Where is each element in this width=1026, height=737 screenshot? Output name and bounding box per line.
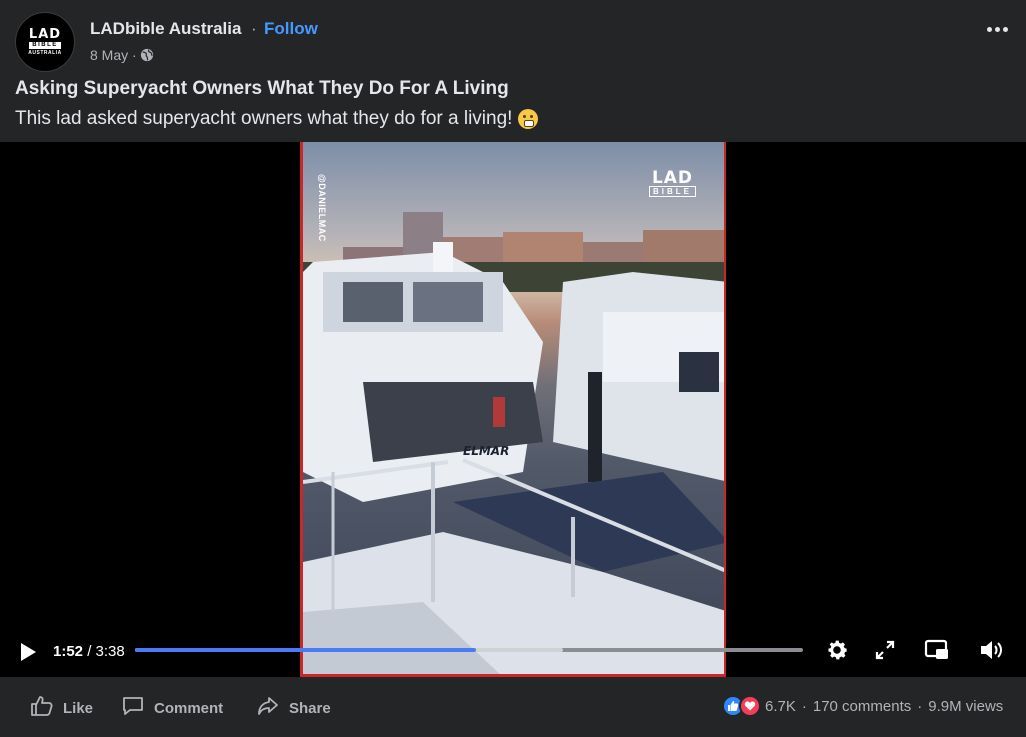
reaction-count[interactable]: 6.7K — [765, 698, 796, 715]
more-options-icon[interactable] — [984, 17, 1010, 41]
comment-bubble-icon — [121, 695, 145, 721]
follow-button[interactable]: Follow — [264, 19, 318, 39]
globe-icon — [140, 48, 154, 62]
views-count: 9.9M views — [928, 697, 1004, 715]
comment-button[interactable]: Comment — [121, 695, 223, 721]
name-separator: · — [251, 19, 257, 38]
watermark-bible: BIBLE — [649, 186, 696, 197]
like-button[interactable]: Like — [30, 695, 93, 721]
video-player[interactable]: ELMAR @DANIELMAC LAD BIBLE 1:52 / 3:38 — [0, 142, 1026, 677]
watermark-lad: LAD — [651, 168, 694, 188]
post-body-text: This lad asked superyacht owners what th… — [15, 108, 513, 129]
page-name-link[interactable]: LADbible Australia — [90, 19, 241, 39]
time-display: 1:52 / 3:38 — [53, 643, 125, 660]
post-meta: 8 May · — [90, 47, 154, 63]
volume-icon[interactable] — [977, 636, 1005, 664]
progress-bar[interactable] — [135, 648, 803, 652]
avatar-text-lad: LAD — [28, 26, 62, 42]
total-time: / 3:38 — [83, 643, 125, 660]
avatar-text-bible: BIBLE — [29, 41, 61, 49]
engagement-stats: 6.7K · 170 comments · 9.9M views — [722, 695, 1003, 717]
like-label: Like — [63, 699, 94, 717]
avatar-text-australia: AUSTRALIA — [28, 49, 62, 56]
post-header: LAD BIBLE AUSTRALIA LADbible Australia ·… — [0, 0, 1026, 76]
post-title: Asking Superyacht Owners What They Do Fo… — [15, 78, 509, 99]
post-footer: Like Comment Share 6.7K · 170 comments ·… — [0, 677, 1026, 737]
love-reaction-icon — [739, 695, 761, 717]
current-time: 1:52 — [53, 643, 84, 660]
yacht-name-text: ELMAR — [463, 444, 509, 458]
comments-count[interactable]: 170 comments — [813, 698, 911, 715]
video-controls: 1:52 / 3:38 — [0, 634, 1026, 674]
ladbible-watermark: LAD BIBLE — [649, 170, 696, 197]
picture-in-picture-icon[interactable] — [923, 636, 951, 664]
page-avatar[interactable]: LAD BIBLE AUSTRALIA — [15, 12, 75, 72]
video-frame[interactable]: ELMAR @DANIELMAC LAD BIBLE — [300, 142, 726, 677]
yacht-scene-image: ELMAR — [303, 212, 724, 674]
post-date[interactable]: 8 May · — [90, 47, 137, 63]
stats-dot-1: · — [801, 697, 807, 715]
post-body: This lad asked superyacht owners what th… — [15, 108, 539, 130]
fullscreen-expand-icon[interactable] — [871, 636, 899, 664]
comment-label: Comment — [154, 699, 224, 717]
played-bar — [135, 648, 476, 652]
share-arrow-icon — [256, 695, 280, 721]
share-label: Share — [289, 699, 331, 717]
settings-gear-icon[interactable] — [823, 636, 851, 664]
play-icon[interactable] — [19, 642, 37, 662]
stats-dot-2: · — [917, 697, 923, 715]
creator-handle: @DANIELMAC — [317, 174, 327, 242]
thumbs-up-icon — [30, 695, 54, 721]
share-button[interactable]: Share — [256, 695, 331, 721]
grimacing-face-icon — [518, 109, 539, 129]
